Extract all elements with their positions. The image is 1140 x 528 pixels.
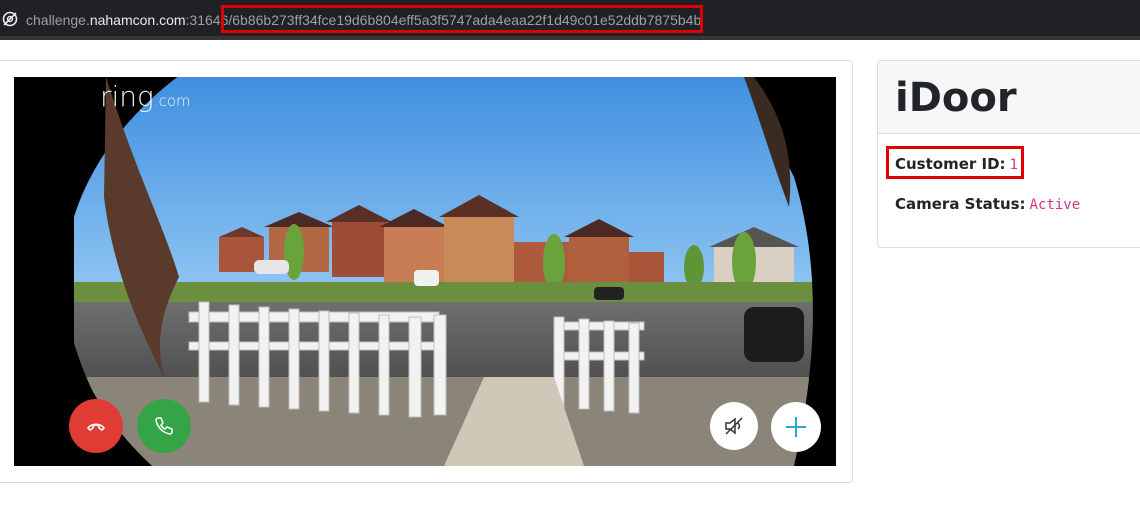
customer-id-highlight-box <box>886 146 1024 179</box>
url-host: nahamcon.com <box>89 12 186 28</box>
eye-off-icon[interactable] <box>2 11 18 27</box>
camera-status-label: Camera Status: <box>895 195 1026 213</box>
page-title: iDoor <box>895 75 1017 121</box>
brand-name: ring <box>100 80 154 113</box>
hangup-button[interactable] <box>69 399 123 453</box>
plus-icon <box>786 417 806 437</box>
ring-logo: ring.com <box>100 80 191 113</box>
card-header: iDoor <box>878 61 1140 134</box>
camera-status-value: Active <box>1029 197 1081 213</box>
camera-status-row: Camera Status: Active <box>895 195 1080 213</box>
add-button[interactable] <box>771 402 821 452</box>
phone-icon <box>155 417 173 435</box>
toolbar-divider <box>0 36 1140 40</box>
mute-button[interactable] <box>710 402 758 450</box>
speaker-muted-icon <box>725 417 743 435</box>
phone-hangup-icon <box>86 423 106 432</box>
answer-button[interactable] <box>137 399 191 453</box>
url-prefix: challenge. <box>26 12 90 28</box>
url-path-highlight-box <box>221 5 703 33</box>
camera-scene <box>14 77 836 466</box>
doorbell-camera-feed <box>14 77 836 466</box>
brand-suffix: .com <box>153 92 191 110</box>
